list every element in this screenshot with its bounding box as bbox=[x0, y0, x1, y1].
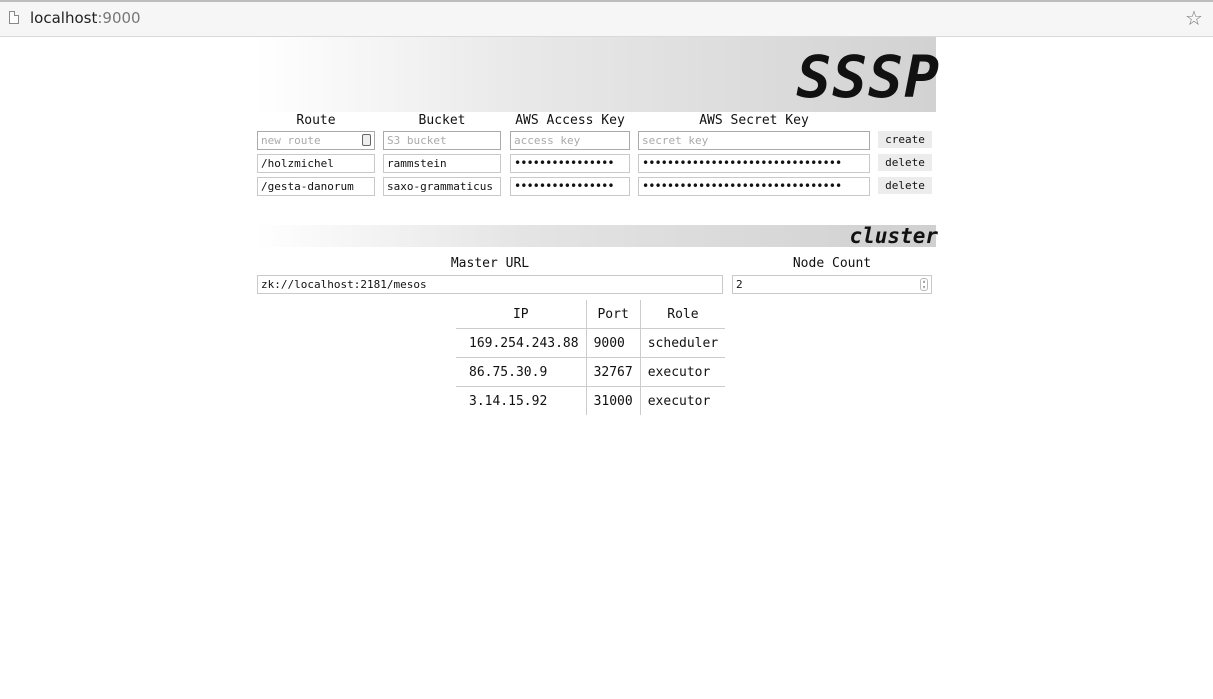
stepper-icon[interactable]: ▴ ▾ bbox=[920, 278, 928, 291]
node-port: 31000 bbox=[586, 386, 641, 415]
access-key-field[interactable]: •••••••••••••••• bbox=[510, 177, 630, 196]
table-row: 3.14.15.92 31000 executor bbox=[456, 386, 726, 415]
bucket-field[interactable]: saxo-grammaticus bbox=[383, 177, 501, 196]
header-banner: SSSP bbox=[256, 37, 939, 112]
url-field[interactable]: localhost:9000 bbox=[30, 9, 141, 27]
table-row: 169.254.243.88 9000 scheduler bbox=[456, 328, 726, 358]
col-head-bucket: Bucket bbox=[418, 113, 466, 128]
node-count-label: Node Count bbox=[792, 256, 872, 271]
secret-key-field[interactable]: •••••••••••••••••••••••••••••••• bbox=[638, 154, 870, 173]
app-title: SSSP bbox=[796, 43, 940, 111]
route-field[interactable]: /holzmichel bbox=[257, 154, 375, 173]
node-ip: 3.14.15.92 bbox=[456, 386, 587, 415]
new-secret-key-input[interactable]: secret key bbox=[638, 131, 870, 150]
access-key-field[interactable]: •••••••••••••••• bbox=[510, 154, 630, 173]
header-role: Role bbox=[667, 306, 699, 322]
new-bucket-input[interactable]: S3 bucket bbox=[383, 131, 501, 150]
node-port: 32767 bbox=[586, 357, 641, 387]
route-field[interactable]: /gesta-danorum bbox=[257, 177, 375, 196]
nodes-table: IP Port Role 169.254.243.88 9000 schedul… bbox=[456, 300, 726, 415]
new-route-input[interactable]: new route bbox=[257, 131, 375, 150]
col-head-access-key: AWS Access Key bbox=[515, 113, 625, 128]
master-url-label: Master URL bbox=[450, 256, 530, 271]
new-route-placeholder: new route bbox=[261, 134, 321, 147]
url-host: localhost bbox=[30, 9, 98, 27]
nodes-header-row: IP Port Role bbox=[456, 300, 725, 329]
delete-button[interactable]: delete bbox=[878, 154, 932, 171]
bookmark-star-icon[interactable]: ☆ bbox=[1185, 6, 1203, 30]
header-ip: IP bbox=[456, 300, 587, 329]
col-head-secret-key: AWS Secret Key bbox=[699, 113, 809, 128]
create-button[interactable]: create bbox=[878, 131, 932, 148]
node-ip: 86.75.30.9 bbox=[456, 357, 587, 387]
cluster-title: cluster bbox=[849, 224, 938, 248]
node-role: executor bbox=[640, 357, 726, 387]
autofill-key-icon[interactable] bbox=[362, 134, 371, 146]
col-head-route: Route bbox=[296, 113, 336, 128]
table-row: 86.75.30.9 32767 executor bbox=[456, 357, 726, 387]
new-access-key-input[interactable]: access key bbox=[510, 131, 630, 150]
node-count-value: 2 bbox=[736, 278, 743, 291]
cluster-banner: cluster bbox=[256, 224, 938, 248]
bucket-field[interactable]: rammstein bbox=[383, 154, 501, 173]
url-port: :9000 bbox=[97, 9, 141, 27]
browser-tab-strip bbox=[0, 0, 1213, 2]
master-url-input[interactable]: zk://localhost:2181/mesos bbox=[257, 275, 723, 294]
header-port: Port bbox=[586, 300, 641, 329]
node-port: 9000 bbox=[586, 328, 641, 358]
node-role: executor bbox=[640, 386, 726, 415]
node-count-input[interactable]: 2 ▴ ▾ bbox=[732, 275, 932, 294]
node-ip: 169.254.243.88 bbox=[456, 328, 587, 358]
node-role: scheduler bbox=[640, 328, 726, 358]
page-icon bbox=[9, 11, 19, 24]
delete-button[interactable]: delete bbox=[878, 177, 932, 194]
secret-key-field[interactable]: •••••••••••••••••••••••••••••••• bbox=[638, 177, 870, 196]
browser-address-bar: localhost:9000 ☆ bbox=[0, 0, 1213, 37]
